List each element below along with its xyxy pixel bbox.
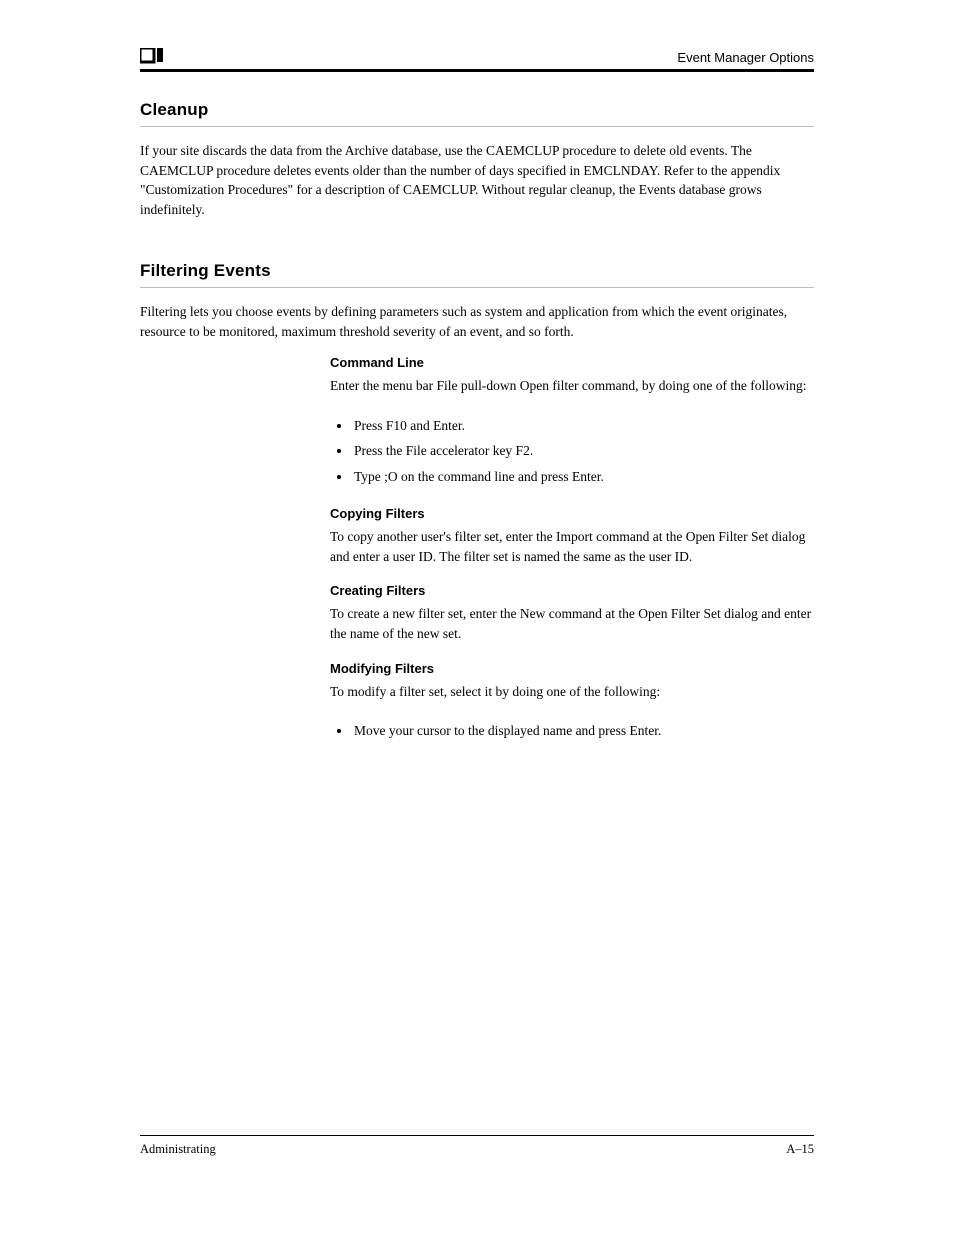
block-modifying-filters: Modifying Filters To modify a filter set… bbox=[330, 661, 814, 744]
modifying-para: To modify a filter set, select it by doi… bbox=[330, 682, 814, 702]
brand-logo-icon bbox=[140, 48, 168, 66]
command-line-bullets: Press F10 and Enter. Press the File acce… bbox=[330, 413, 814, 490]
divider bbox=[140, 287, 814, 288]
command-line-para: Enter the menu bar File pull-down Open f… bbox=[330, 376, 814, 396]
section-title-filtering: Filtering Events bbox=[140, 261, 814, 281]
filtering-body: Filtering lets you choose events by defi… bbox=[140, 302, 814, 341]
page: Event Manager Options Cleanup If your si… bbox=[0, 0, 954, 1235]
list-item: Press the File accelerator key F2. bbox=[352, 438, 814, 464]
list-item: Type ;O on the command line and press En… bbox=[352, 464, 814, 490]
section-filtering: Filtering Events Filtering lets you choo… bbox=[140, 261, 814, 743]
list-item: Move your cursor to the displayed name a… bbox=[352, 718, 814, 744]
header-title: Event Manager Options bbox=[677, 50, 814, 65]
footer-right: A–15 bbox=[786, 1142, 814, 1157]
header: Event Manager Options bbox=[140, 48, 814, 72]
divider bbox=[140, 126, 814, 127]
subhead-creating: Creating Filters bbox=[330, 583, 814, 598]
section-title-cleanup: Cleanup bbox=[140, 100, 814, 120]
block-command-line: Command Line Enter the menu bar File pul… bbox=[330, 355, 814, 489]
creating-para: To create a new filter set, enter the Ne… bbox=[330, 604, 814, 645]
footer: Administrating A–15 bbox=[140, 1135, 814, 1157]
modifying-bullets: Move your cursor to the displayed name a… bbox=[330, 718, 814, 744]
section-cleanup: Cleanup If your site discards the data f… bbox=[140, 100, 814, 219]
subhead-copying: Copying Filters bbox=[330, 506, 814, 521]
copying-para: To copy another user's filter set, enter… bbox=[330, 527, 814, 568]
footer-left: Administrating bbox=[140, 1142, 216, 1157]
block-copying-filters: Copying Filters To copy another user's f… bbox=[330, 506, 814, 568]
cleanup-body: If your site discards the data from the … bbox=[140, 141, 814, 219]
block-creating-filters: Creating Filters To create a new filter … bbox=[330, 583, 814, 645]
list-item: Press F10 and Enter. bbox=[352, 413, 814, 439]
subhead-modifying: Modifying Filters bbox=[330, 661, 814, 676]
indented-content: Command Line Enter the menu bar File pul… bbox=[330, 355, 814, 743]
subhead-command-line: Command Line bbox=[330, 355, 814, 370]
